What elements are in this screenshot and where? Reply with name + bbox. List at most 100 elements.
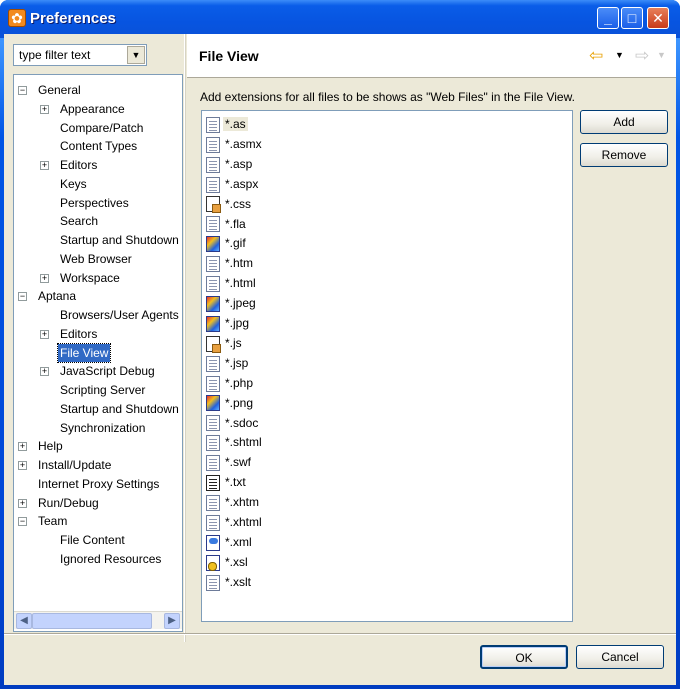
doc-file-icon bbox=[206, 136, 220, 153]
list-item[interactable]: *.xhtml bbox=[206, 513, 264, 533]
list-item[interactable]: *.asp bbox=[206, 155, 254, 175]
tree-item-label: Scripting Server bbox=[60, 383, 146, 397]
arrow-right-icon[interactable]: ⇨ bbox=[635, 46, 649, 66]
preferences-window: ✿ Preferences _ □ ✕ ▼ − General + Appearanc… bbox=[0, 0, 680, 689]
file-extension-label: *.js bbox=[225, 335, 242, 350]
tree-item-label: Appearance bbox=[60, 101, 125, 116]
footer-divider bbox=[4, 633, 676, 635]
blank-file-icon bbox=[206, 335, 221, 353]
file-extension-label: *.html bbox=[225, 276, 256, 291]
tree-item-label: Startup and Shutdown bbox=[60, 401, 179, 416]
list-item[interactable]: *.xhtm bbox=[206, 493, 261, 513]
filter-input[interactable] bbox=[15, 46, 125, 64]
pane-splitter[interactable] bbox=[184, 34, 186, 642]
expand-icon[interactable]: + bbox=[40, 104, 49, 114]
list-item[interactable]: *.jpg bbox=[206, 314, 251, 334]
window-title: Preferences bbox=[30, 10, 116, 27]
list-item[interactable]: *.shtml bbox=[206, 433, 264, 453]
file-extension-label: *.asp bbox=[225, 156, 253, 171]
maximize-button[interactable]: □ bbox=[621, 7, 643, 29]
scroll-left-icon[interactable]: ◀ bbox=[16, 613, 32, 629]
ok-button[interactable]: OK bbox=[480, 645, 568, 669]
tree-item-label: Editors bbox=[60, 158, 98, 172]
tree-item-label: Team bbox=[38, 514, 68, 529]
close-button[interactable]: ✕ bbox=[647, 7, 669, 29]
doc-file-icon bbox=[206, 514, 220, 531]
tree-item-label: Content Types bbox=[60, 139, 138, 154]
list-item[interactable]: *.asmx bbox=[206, 135, 264, 155]
list-item[interactable]: *.html bbox=[206, 274, 258, 294]
tree-item-label: Startup and Shutdown bbox=[60, 233, 179, 247]
doc-file-icon bbox=[206, 455, 220, 472]
list-item[interactable]: *.xml bbox=[206, 533, 254, 553]
list-item[interactable]: *.aspx bbox=[206, 175, 260, 195]
tree-item-label: Web Browser bbox=[60, 251, 132, 266]
scroll-right-icon[interactable]: ▶ bbox=[164, 613, 180, 629]
forward-dropdown-icon[interactable]: ▼ bbox=[657, 50, 666, 60]
doc-file-icon bbox=[206, 256, 220, 273]
tree-item-label: JavaScript Debug bbox=[60, 364, 155, 379]
page-title: File View bbox=[199, 48, 259, 64]
preferences-tree[interactable]: − General + Appearance Compare/Patch Content … bbox=[13, 74, 183, 632]
list-item[interactable]: *.jpeg bbox=[206, 294, 258, 314]
file-extension-label: *.xsl bbox=[225, 554, 248, 569]
list-item[interactable]: *.as bbox=[206, 115, 248, 135]
cancel-button[interactable]: Cancel bbox=[576, 645, 664, 669]
tree-item-label: Keys bbox=[60, 176, 87, 191]
expand-icon[interactable]: + bbox=[18, 498, 27, 508]
tree-item-label: Install/Update bbox=[38, 458, 112, 472]
chevron-down-icon[interactable]: ▼ bbox=[127, 46, 145, 64]
tree-horizontal-scrollbar[interactable]: ◀ ▶ bbox=[14, 611, 182, 629]
remove-button[interactable]: Remove bbox=[580, 143, 668, 167]
web-file-extensions-list[interactable]: *.as *.asmx *.asp *.aspx *.css *.fla *.gif *.ht… bbox=[201, 110, 573, 622]
doc-file-icon bbox=[206, 415, 220, 432]
expand-icon[interactable]: + bbox=[40, 161, 49, 170]
add-button[interactable]: Add bbox=[580, 110, 668, 134]
back-dropdown-icon[interactable]: ▼ bbox=[615, 50, 624, 60]
minimize-button[interactable]: _ bbox=[597, 7, 619, 29]
list-item[interactable]: *.php bbox=[206, 374, 255, 394]
file-extension-label: *.png bbox=[225, 395, 254, 410]
list-item[interactable]: *.sdoc bbox=[206, 414, 260, 434]
list-item[interactable]: *.css bbox=[206, 195, 253, 215]
expand-icon[interactable]: + bbox=[40, 273, 49, 283]
collapse-icon[interactable]: − bbox=[18, 86, 27, 95]
expand-icon[interactable]: + bbox=[18, 461, 27, 470]
list-item[interactable]: *.js bbox=[206, 334, 244, 354]
list-item[interactable]: *.png bbox=[206, 394, 255, 414]
scroll-thumb[interactable] bbox=[32, 613, 152, 629]
list-item[interactable]: *.txt bbox=[206, 473, 248, 493]
image-file-icon bbox=[206, 236, 220, 253]
arrow-left-icon[interactable]: ⇦ bbox=[589, 46, 603, 66]
tree-item-label: Workspace bbox=[60, 270, 120, 285]
list-item[interactable]: *.xslt bbox=[206, 573, 253, 593]
tree-item-label: Ignored Resources bbox=[60, 551, 162, 566]
xml-file-icon bbox=[206, 534, 220, 551]
list-item[interactable]: *.fla bbox=[206, 215, 248, 235]
tree-item-label: Internet Proxy Settings bbox=[38, 476, 160, 491]
file-extension-label: *.sdoc bbox=[225, 415, 259, 430]
expand-icon[interactable]: + bbox=[18, 442, 27, 452]
tree-item-label: Compare/Patch bbox=[60, 120, 144, 135]
collapse-icon[interactable]: − bbox=[18, 292, 27, 302]
tree-item-label: File View bbox=[56, 342, 112, 363]
file-extension-label: *.jpg bbox=[225, 316, 250, 330]
filter-combo[interactable]: ▼ bbox=[13, 44, 147, 66]
doc-file-icon bbox=[206, 276, 220, 293]
list-item[interactable]: *.htm bbox=[206, 254, 255, 274]
file-extension-label: *.shtml bbox=[225, 435, 262, 450]
list-item[interactable]: *.swf bbox=[206, 453, 253, 473]
file-extension-label: *.jpeg bbox=[225, 296, 256, 311]
list-item[interactable]: *.xsl bbox=[206, 553, 250, 573]
list-item[interactable]: *.jsp bbox=[206, 354, 250, 374]
tree-item-label: File Content bbox=[60, 533, 125, 547]
tree-item-label: General bbox=[38, 83, 81, 97]
expand-icon[interactable]: + bbox=[40, 329, 49, 339]
list-item[interactable]: *.gif bbox=[206, 234, 248, 254]
title-bar[interactable]: ✿ Preferences _ □ ✕ bbox=[0, 0, 680, 38]
collapse-icon[interactable]: − bbox=[18, 517, 27, 527]
doc-file-icon bbox=[206, 216, 220, 233]
expand-icon[interactable]: + bbox=[40, 367, 49, 377]
file-extension-label: *.css bbox=[225, 196, 252, 211]
file-extension-label: *.htm bbox=[225, 256, 254, 271]
